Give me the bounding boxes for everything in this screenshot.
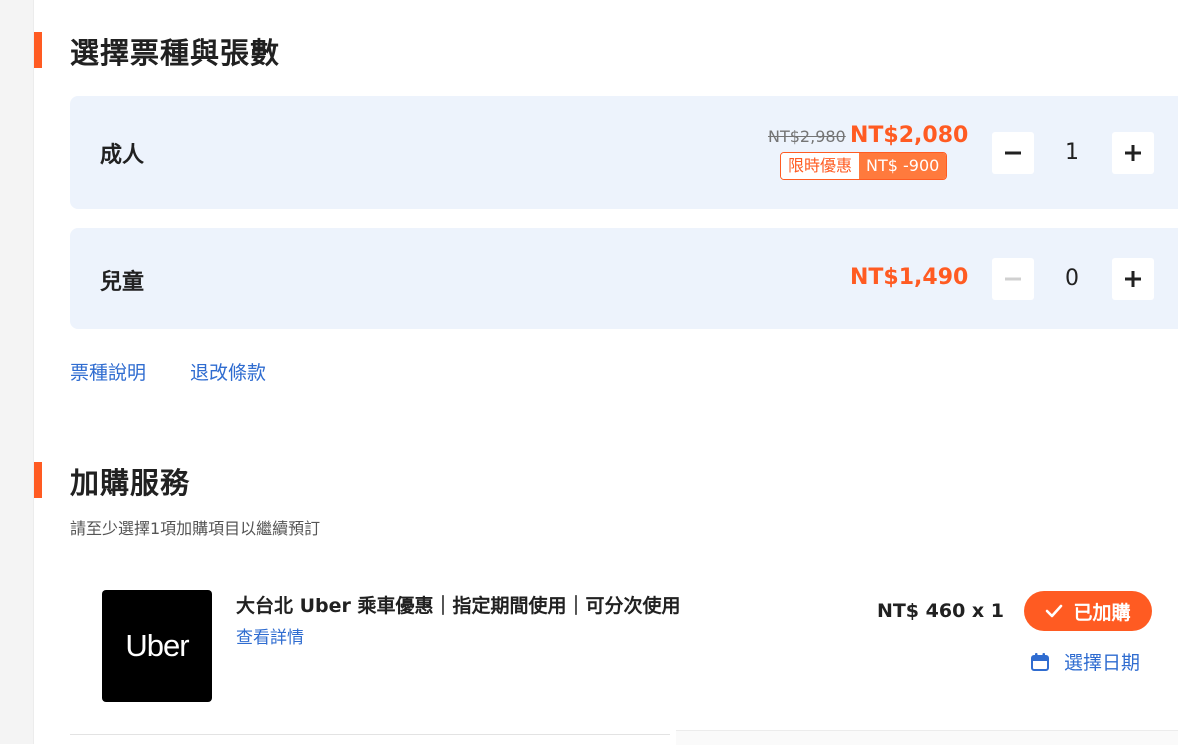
quantity-increase-button[interactable] (1112, 258, 1154, 300)
check-icon (1046, 604, 1063, 618)
view-details-link[interactable]: 查看詳情 (236, 623, 304, 648)
choose-date-label: 選擇日期 (1064, 652, 1141, 674)
promo-amount: NT$ -900 (859, 153, 947, 179)
uber-logo-text: Uber (125, 628, 189, 663)
ticket-card-adult: 成人 NT$2,980 NT$2,080 限時優惠 NT$ -900 1 (70, 96, 1178, 209)
section-accent-bar (34, 462, 42, 498)
section-title-addons: 加購服務 (70, 466, 191, 500)
quantity-value: 1 (1065, 140, 1079, 165)
bottom-panel-edge (676, 730, 1178, 745)
quantity-value: 0 (1065, 266, 1079, 291)
quantity-decrease-button[interactable] (992, 258, 1034, 300)
quantity-decrease-button[interactable] (992, 132, 1034, 174)
promo-badge: 限時優惠 NT$ -900 (780, 152, 948, 180)
ticket-price: NT$2,080 (850, 123, 969, 148)
ticket-price: NT$1,490 (850, 265, 969, 290)
plus-icon (1125, 271, 1141, 287)
addon-price: NT$ 460 x 1 (876, 600, 1004, 622)
section-title-tickets: 選擇票種與張數 (70, 36, 281, 70)
quantity-increase-button[interactable] (1112, 132, 1154, 174)
ticket-card-child: 兒童 NT$1,490 0 (70, 228, 1178, 329)
addon-title: 大台北 Uber 乘車優惠｜指定期間使用｜可分次使用 (236, 595, 681, 617)
plus-icon (1125, 145, 1141, 161)
minus-icon (1005, 277, 1021, 281)
original-price: NT$2,980 (768, 127, 846, 146)
choose-date-button[interactable]: 選擇日期 (1030, 648, 1140, 675)
addon-hint: 請至少選擇1項加購項目以繼續預訂 (70, 519, 321, 538)
ticket-name: 成人 (100, 143, 145, 168)
added-button-label: 已加購 (1073, 601, 1131, 624)
ticket-name: 兒童 (100, 270, 145, 295)
promo-label: 限時優惠 (781, 153, 860, 179)
left-rail (0, 0, 34, 744)
minus-icon (1005, 151, 1021, 155)
calendar-icon (1031, 652, 1049, 671)
added-button[interactable]: 已加購 (1024, 591, 1152, 631)
refund-policy-link[interactable]: 退改條款 (190, 358, 266, 385)
uber-logo: Uber (102, 590, 212, 702)
divider (70, 734, 670, 735)
section-accent-bar (34, 32, 42, 68)
ticket-description-link[interactable]: 票種說明 (70, 358, 146, 385)
